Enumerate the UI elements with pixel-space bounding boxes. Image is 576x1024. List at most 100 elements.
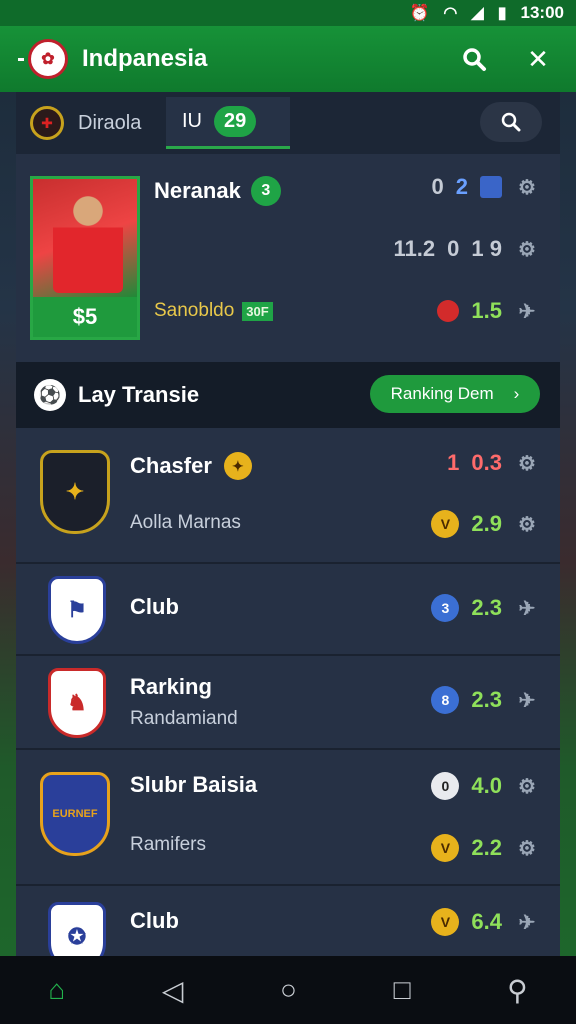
row-title-wrap: Chasfer ✦: [130, 452, 252, 480]
club-crest: ⚑: [48, 576, 106, 644]
home-icon[interactable]: ⌂: [48, 974, 65, 1006]
alarm-icon: ⏰: [409, 5, 430, 22]
rank-badge: 8: [431, 686, 460, 714]
ranking-button[interactable]: Ranking Dem ›: [370, 375, 540, 413]
hero-stat-3: 1.5 ✈: [437, 298, 540, 324]
player-badge: 3: [250, 176, 281, 206]
stat-value: 0.3: [471, 450, 502, 475]
stat-value: 1 9: [471, 236, 502, 261]
player-name: Neranak: [154, 178, 241, 203]
status-bar: ⏰ ◠ ◢ ▮ 13:00: [0, 0, 576, 26]
tab-bar: ✚ Diraola IU 29: [16, 92, 560, 154]
recents-icon[interactable]: □: [394, 974, 411, 1006]
pin-icon[interactable]: ✈: [514, 910, 540, 935]
row-subtitle: Randamiand: [130, 708, 238, 729]
player-team: Sanobldo: [154, 300, 235, 321]
chevron-right-icon: ›: [513, 384, 520, 403]
status-time: 13:00: [520, 3, 564, 22]
row-stat-2: 8 2.3 ✈: [431, 686, 540, 714]
coin-icon: V: [431, 908, 460, 936]
back-icon[interactable]: ◁: [162, 974, 184, 1007]
gear-icon[interactable]: ⚙: [514, 836, 540, 861]
search-button[interactable]: [480, 102, 542, 142]
pin-icon[interactable]: ✈: [514, 596, 540, 621]
player-name-row: Neranak 3: [154, 176, 281, 206]
close-icon[interactable]: ✕: [518, 39, 558, 79]
home-circle-icon[interactable]: ○: [280, 974, 297, 1006]
stat-value: 0: [447, 236, 460, 261]
player-photo: [53, 193, 123, 293]
player-tag: 30F: [242, 301, 273, 321]
player-price: $5: [33, 297, 137, 337]
row-stat-2: V 2.9 ⚙: [431, 510, 540, 538]
rank-badge: 3: [431, 594, 460, 622]
search-icon[interactable]: [454, 39, 494, 79]
battery-icon: ▮: [497, 5, 507, 22]
coin-icon: ✦: [223, 452, 252, 480]
gear-icon[interactable]: ⚙: [514, 774, 540, 799]
stat-value: 11.2: [393, 236, 436, 261]
gear-icon[interactable]: ⚙: [514, 237, 540, 262]
list-item[interactable]: ✪ Club V 6.4 ✈: [16, 886, 560, 972]
tab-diraola[interactable]: Diraola: [78, 112, 166, 135]
coin-icon: V: [431, 510, 460, 538]
club-logo: ✚: [30, 106, 64, 140]
stat-value: 1.5: [471, 298, 502, 323]
stat-value: 0: [431, 174, 444, 199]
menu-handle-icon: [18, 57, 24, 61]
gear-icon[interactable]: ⚙: [514, 451, 540, 476]
club-crest: EURNEF: [40, 772, 110, 856]
stat-value: 2: [455, 174, 468, 199]
club-crest: ✦: [40, 450, 110, 534]
row-stat-1: 0 4.0 ⚙: [431, 772, 540, 800]
list-item[interactable]: ✦ Chasfer ✦ Aolla Marnas 1 0.3 ⚙ V 2.9 ⚙: [16, 428, 560, 564]
app-logo[interactable]: ✿: [28, 39, 68, 79]
rank-badge: 0: [431, 772, 460, 800]
stat-value: 1: [447, 450, 460, 475]
location-pin-icon[interactable]: ⚲: [507, 974, 528, 1007]
football-icon: ⚽: [34, 379, 66, 411]
list-item[interactable]: EURNEF Slubr Baisia Ramifers 0 4.0 ⚙ V 2…: [16, 750, 560, 886]
row-title: Slubr Baisia: [130, 772, 258, 797]
signal-icon: ◢: [471, 5, 484, 22]
app-bar: ✿ Indpanesia ✕: [0, 26, 576, 92]
coin-icon: V: [431, 834, 460, 862]
pin-icon[interactable]: ✈: [514, 688, 540, 713]
featured-player[interactable]: $5 Neranak 3 Sanobldo 30F 0 2 ⚙ 11.2 0 1…: [16, 154, 560, 362]
player-card[interactable]: $5: [30, 176, 140, 340]
tab-iu[interactable]: IU 29: [166, 97, 290, 149]
hero-stat-1: 0 2 ⚙: [432, 174, 541, 200]
list-item[interactable]: ♞ Rarking Randamiand 8 2.3 ✈: [16, 656, 560, 750]
row-subtitle: Aolla Marnas: [130, 512, 241, 533]
wifi-icon: ◠: [443, 5, 458, 22]
stat-value: 4.0: [471, 773, 502, 798]
pin-icon[interactable]: ✈: [514, 299, 540, 324]
row-stat-2: V 6.4 ✈: [431, 908, 540, 936]
row-title: Chasfer: [130, 453, 212, 478]
section-header: ⚽ Lay Transie Ranking Dem ›: [16, 362, 560, 428]
row-stat-1: 1 0.3 ⚙: [447, 450, 540, 476]
stat-value: 6.4: [471, 909, 502, 934]
club-crest: ♞: [48, 668, 106, 738]
player-sub-row: Sanobldo 30F: [154, 300, 273, 322]
row-stat-2: V 2.2 ⚙: [431, 834, 540, 862]
row-stat-2: 3 2.3 ✈: [431, 594, 540, 622]
app-title: Indpanesia: [82, 45, 208, 72]
main-panel: ✚ Diraola IU 29 $5 Neranak 3 Sanobldo 30…: [16, 92, 560, 972]
gear-icon[interactable]: ⚙: [514, 175, 540, 200]
gear-icon[interactable]: ⚙: [514, 512, 540, 537]
hero-stat-2: 11.2 0 1 9 ⚙: [394, 236, 540, 262]
stat-value: 2.2: [471, 835, 502, 860]
row-title: Rarking: [130, 674, 212, 699]
row-title: Club: [130, 908, 179, 933]
system-nav-bar: ⌂ ◁ ○ □ ⚲: [0, 956, 576, 1024]
stat-value: 2.3: [471, 687, 502, 712]
search-icon: [501, 112, 521, 132]
tab-iu-badge: 29: [214, 106, 257, 137]
shield-icon: [480, 176, 502, 198]
heart-icon: [437, 300, 460, 322]
stat-value: 2.3: [471, 595, 502, 620]
list-item[interactable]: ⚑ Club 3 2.3 ✈: [16, 564, 560, 656]
tab-iu-label: IU: [182, 110, 202, 132]
ranking-button-label: Ranking Dem: [390, 384, 494, 403]
